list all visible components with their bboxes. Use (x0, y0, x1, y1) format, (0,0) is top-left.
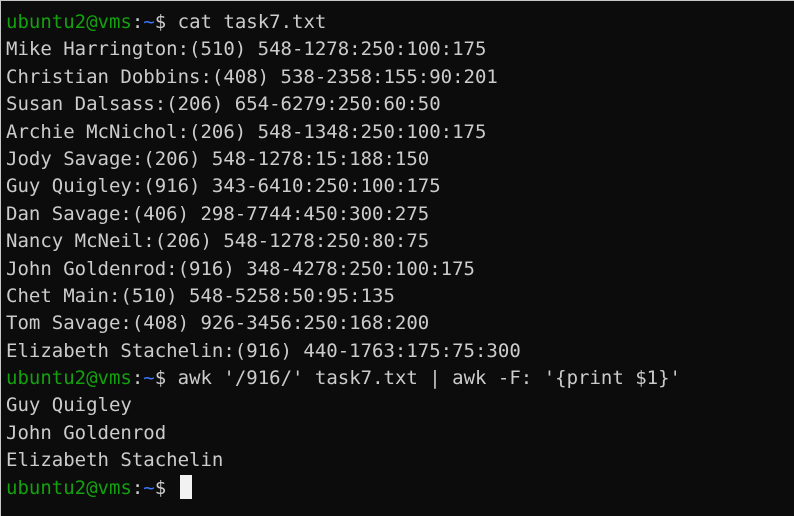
output-line: Dan Savage:(406) 298-7744:450:300:275 (6, 202, 430, 225)
prompt-userhost: ubuntu2@vms (6, 367, 132, 390)
output-line: Chet Main:(510) 548-5258:50:95:135 (6, 284, 395, 307)
output-line: John Goldenrod (6, 421, 167, 444)
text-cursor (179, 474, 192, 499)
prompt-separator: : (131, 476, 144, 499)
prompt-path: ~ (143, 11, 155, 33)
prompt-line: ubuntu2@vms:~$ cat task7.txt (6, 9, 794, 36)
output-line: Elizabeth Stachelin:(916) 440-1763:175:7… (6, 339, 521, 362)
prompt-userhost: ubuntu2@vms (6, 11, 132, 33)
output-line: Guy Quigley:(916) 343-6410:250:100:175 (6, 175, 441, 198)
output-line: Elizabeth Stachelin (6, 449, 224, 472)
output-line: Tom Savage:(408) 926-3456:250:168:200 (6, 312, 430, 335)
output-line: Guy Quigley (6, 394, 132, 417)
prompt-userhost: ubuntu2@vms (6, 476, 132, 499)
prompt-symbol: $ (154, 476, 178, 499)
terminal-window[interactable]: ubuntu2@vms:~$ cat task7.txt Mike Harrin… (0, 0, 794, 516)
output-line: Nancy McNeil:(206) 548-1278:250:80:75 (6, 230, 430, 253)
output-line: Jody Savage:(206) 548-1278:15:188:150 (6, 147, 430, 170)
prompt-separator: : (131, 367, 144, 390)
output-line: John Goldenrod:(916) 348-4278:250:100:17… (6, 257, 475, 280)
prompt-separator: : (131, 11, 144, 33)
prompt-path: ~ (143, 476, 155, 499)
output-line: Susan Dalsass:(206) 654-6279:250:60:50 (6, 93, 441, 116)
command-text: awk '/916/' task7.txt | awk -F: '{print … (177, 367, 681, 390)
prompt-line-active[interactable]: ubuntu2@vms:~$ (6, 474, 794, 502)
output-line: Christian Dobbins:(408) 538-2358:155:90:… (6, 65, 498, 88)
output-line: Mike Harrington:(510) 548-1278:250:100:1… (6, 38, 487, 61)
prompt-symbol: $ (154, 367, 178, 390)
command-text: cat task7.txt (177, 11, 327, 33)
prompt-symbol: $ (154, 11, 178, 33)
prompt-line: ubuntu2@vms:~$ awk '/916/' task7.txt | a… (6, 365, 794, 392)
prompt-path: ~ (143, 367, 155, 390)
output-line: Archie McNichol:(206) 548-1348:250:100:1… (6, 120, 487, 143)
